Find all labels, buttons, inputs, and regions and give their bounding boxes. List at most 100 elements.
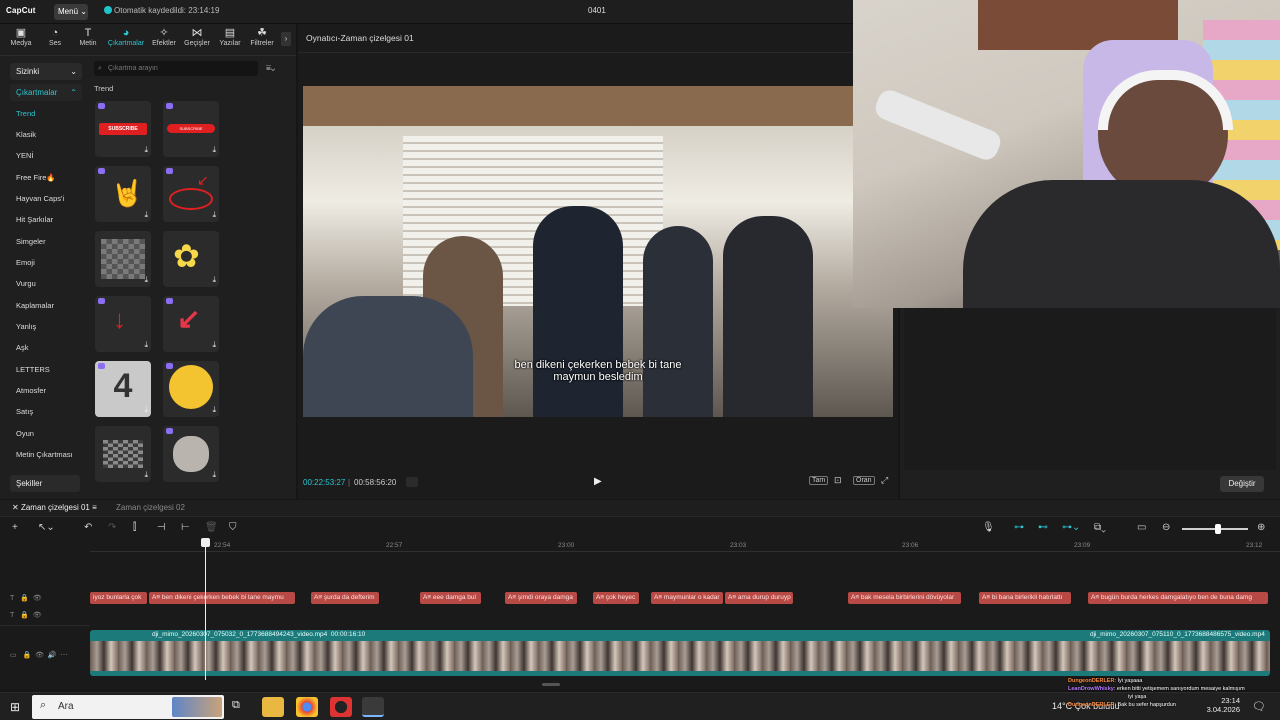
category-letters[interactable]: LETTERS [16, 365, 50, 374]
sticker-subscribe-red[interactable]: SUBSCRIBE ⤓ [95, 101, 151, 157]
zoom-slider-knob[interactable] [1215, 524, 1221, 534]
tab-text[interactable]: T Metin [71, 26, 105, 47]
time-ruler[interactable]: 22:54 22:57 23:00 23:03 23:06 23:09 23:1… [90, 540, 1280, 552]
playhead[interactable] [205, 538, 206, 680]
zoom-in-icon[interactable]: ⊕ [1257, 522, 1265, 533]
chrome-icon[interactable] [296, 697, 318, 717]
sticker-countdown[interactable]: 4 ⤓ [95, 361, 151, 417]
category-metin-cikartmasi[interactable]: Metin Çıkartması [16, 450, 73, 459]
tab-audio[interactable]: ◔ Ses [38, 26, 72, 47]
lock-icon[interactable]: 🔒 [20, 595, 29, 602]
category-hit-sarkilar[interactable]: Hit Şarkılar [16, 215, 53, 224]
sticker-subscribe-bell[interactable]: SUBSCRIBE ⤓ [163, 101, 219, 157]
sticker-red-arrow-down[interactable]: ↓ ⤓ [95, 296, 151, 352]
fullscreen-icon[interactable]: ⤢ [881, 475, 888, 486]
tab-effects[interactable]: ✧ Efektler [147, 26, 181, 47]
text-clip[interactable]: A≡ bak mesela birbirlerini dövüyolar [848, 592, 961, 604]
text-clip[interactable]: A≡ çok heyec [593, 592, 639, 604]
sticker-sun-flower[interactable]: ✿ ⤓ [163, 231, 219, 287]
sticker-emoji-kiss[interactable]: ⤓ [163, 361, 219, 417]
tab-transitions[interactable]: ⋈ Geçişler [180, 26, 214, 47]
sizinki-dropdown[interactable]: Sizinki ⌄ [10, 63, 82, 80]
category-free-fire[interactable]: Free Fire🔥 [16, 173, 56, 182]
category-yeni[interactable]: YENİ [16, 151, 34, 160]
tab-media[interactable]: ▣ Medya [4, 26, 38, 47]
select-tool-icon[interactable]: ↖⌄ [38, 522, 55, 533]
filter-icon[interactable]: ⩸⌄ [266, 63, 275, 73]
eye-icon[interactable]: 👁 [33, 595, 42, 602]
lock-icon[interactable]: 🔒 [20, 612, 29, 619]
tab-timeline-01[interactable]: ✕ Zaman çizelgesi 01 ≡ [12, 503, 97, 512]
split-icon[interactable]: ⫿ [133, 522, 136, 533]
tab-timeline-02[interactable]: Zaman çizelgesi 02 [116, 503, 185, 512]
project-name[interactable]: 0401 [588, 6, 606, 15]
snap-icon[interactable]: ⊶⌄ [1062, 522, 1080, 533]
sticker-rock-hand[interactable]: 🤘 ⤓ [95, 166, 151, 222]
category-kaplamalar[interactable]: Kaplamalar [16, 301, 54, 310]
text-clip[interactable]: A≡ şimdi oraya damga [505, 592, 577, 604]
zoom-out-icon[interactable]: ⊖ [1162, 522, 1170, 533]
tab-stickers[interactable]: ◕ Çıkartmalar [107, 26, 145, 47]
windows-start-icon[interactable]: ⊞ [10, 700, 20, 714]
split-left-icon[interactable]: ⊣ [157, 522, 166, 533]
category-vurgu[interactable]: Vurgu [16, 279, 36, 288]
capcut-icon[interactable] [362, 697, 384, 717]
category-hayvan-capsi[interactable]: Hayvan Caps'i [16, 194, 64, 203]
delete-icon[interactable]: 🗑 [205, 522, 218, 533]
tam-button[interactable]: Tam [809, 476, 829, 485]
sticker-red-circle-arrow[interactable]: ↙ ⤓ [163, 166, 219, 222]
eye-icon[interactable]: 👁 [33, 612, 42, 619]
menu-button[interactable]: Menü ⌄ [54, 4, 88, 20]
degistir-button[interactable]: Değiştir [1220, 476, 1264, 492]
category-ask[interactable]: Aşk [16, 343, 29, 352]
sticker-search-input[interactable]: ⌕ Çıkartma arayın [94, 61, 258, 76]
category-oyun[interactable]: Oyun [16, 429, 34, 438]
cikartmalar-dropdown[interactable]: Çıkartmalar ⌃ [10, 84, 82, 101]
horizontal-scrollbar[interactable] [542, 683, 560, 686]
redo-icon[interactable]: ↷ [108, 522, 116, 533]
shield-icon[interactable]: ⛉ [229, 522, 237, 533]
playhead-handle[interactable] [201, 538, 210, 547]
chevron-right-icon[interactable]: › [281, 32, 291, 46]
category-trend[interactable]: Trend [16, 109, 35, 118]
text-clip[interactable]: A≡ şurda da defterim [311, 592, 379, 604]
text-clip[interactable]: A≡ eee damga bul [420, 592, 481, 604]
category-klasik[interactable]: Klasik [16, 130, 36, 139]
speaker-icon[interactable]: 🔊 [48, 652, 57, 659]
category-atmosfer[interactable]: Atmosfer [16, 386, 46, 395]
file-explorer-icon[interactable] [262, 697, 284, 717]
video-preview[interactable]: ben dikeni çekerken bebek bi tane maymun… [303, 86, 893, 417]
play-button[interactable]: ▶ [594, 476, 602, 487]
category-yanlis[interactable]: Yanlış [16, 322, 36, 331]
task-view-icon[interactable]: ⧉ [232, 699, 240, 712]
sekiller-button[interactable]: Şekiller [10, 475, 80, 492]
video-track-clip[interactable]: dji_mimo_20260307_075032_0_1773688494243… [90, 630, 1270, 676]
microphone-icon[interactable]: 🎙 [982, 522, 995, 533]
undo-icon[interactable]: ↶ [84, 522, 92, 533]
category-emoji[interactable]: Emoji [16, 258, 35, 267]
more-icon[interactable]: ⋯ [60, 652, 67, 659]
tab-filters[interactable]: ☘ Filtreler [245, 26, 279, 47]
add-icon[interactable]: + [12, 522, 18, 533]
eye-icon[interactable]: 👁 [35, 652, 44, 659]
preview-icon[interactable]: ▭ [1137, 522, 1146, 533]
text-clip[interactable]: iyoz bunlarla çok [90, 592, 147, 604]
category-simgeler[interactable]: Simgeler [16, 237, 46, 246]
text-clip[interactable]: A≡ maymunlar o kadar [651, 592, 723, 604]
category-satis[interactable]: Satış [16, 407, 33, 416]
text-clip[interactable]: A≡ bugün burda herkes damgalatıyo ben de… [1088, 592, 1268, 604]
close-icon[interactable]: ✕ [12, 503, 21, 512]
sticker-red-arrow-diagonal[interactable]: ↙ ⤓ [163, 296, 219, 352]
sticker-pixel-blur[interactable]: ⤓ [95, 426, 151, 482]
split-right-icon[interactable]: ⊢ [181, 522, 190, 533]
text-clip[interactable]: A≡ bi bana birlerikli hatırlattı [979, 592, 1071, 604]
obs-icon[interactable] [330, 697, 352, 717]
menu-icon[interactable]: ≡ [92, 503, 97, 512]
timecode-toggle[interactable] [406, 477, 418, 487]
layout-icon[interactable]: ⧉⌄ [1094, 522, 1106, 533]
screenshot-icon[interactable]: ⊡ [834, 475, 842, 486]
magnet-icon[interactable]: ⊶ [1014, 522, 1024, 533]
sticker-blur-mosaic[interactable]: ⤓ [95, 231, 151, 287]
lock-icon[interactable]: 🔒 [22, 652, 31, 659]
text-clip[interactable]: A≡ ben dikeni çekerken bebek bi tane may… [149, 592, 295, 604]
